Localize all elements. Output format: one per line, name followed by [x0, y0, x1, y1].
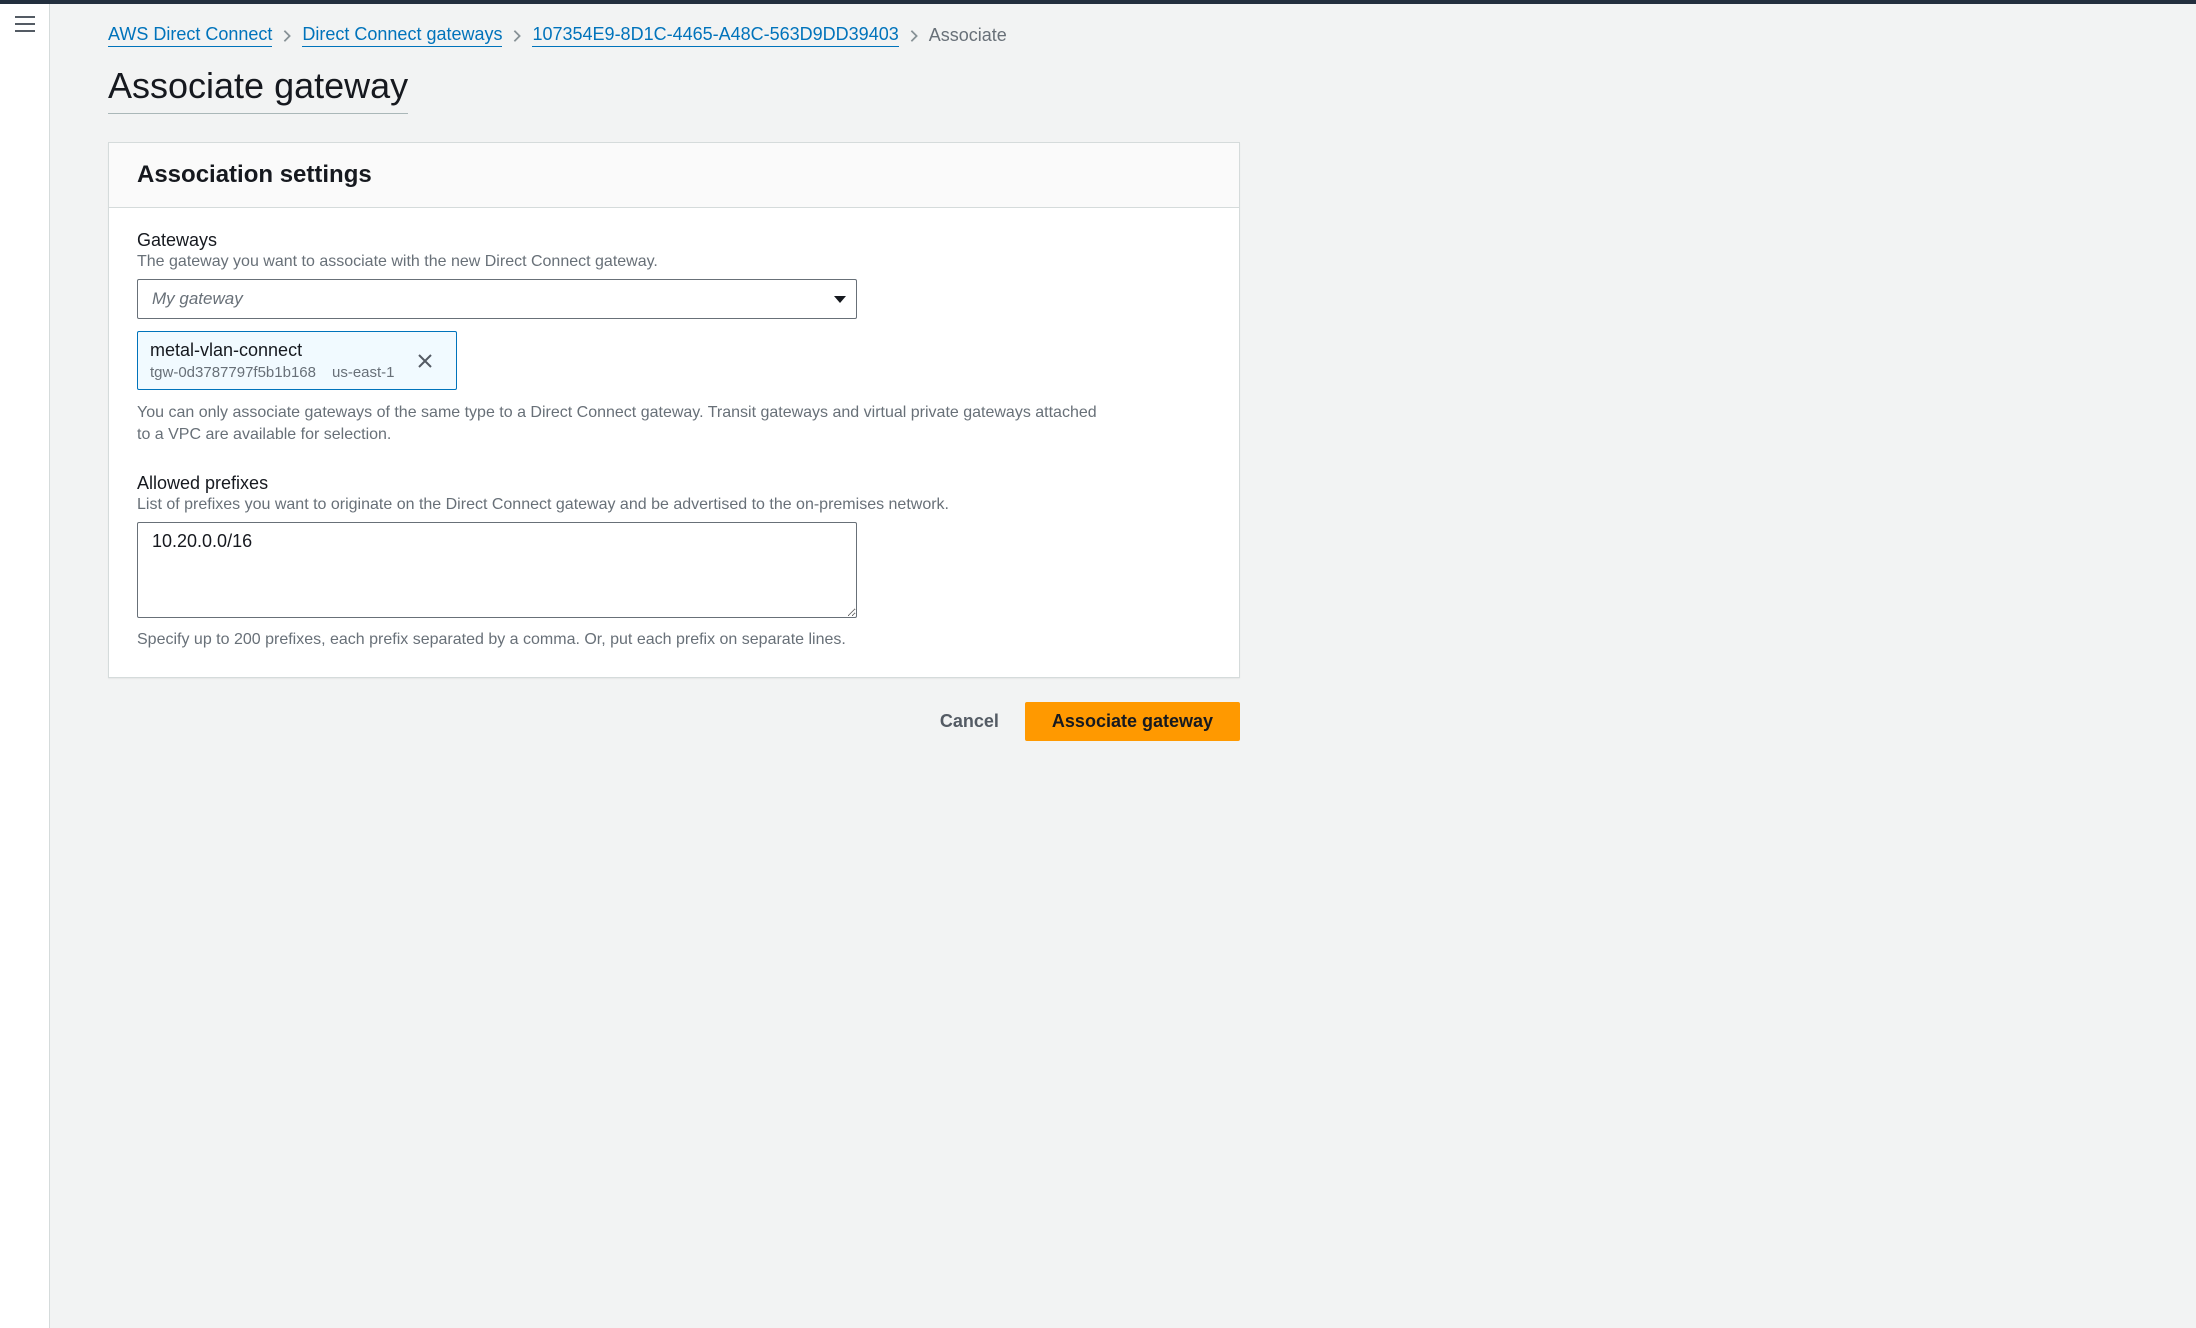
- prefixes-label: Allowed prefixes: [137, 473, 1211, 494]
- panel-title: Association settings: [137, 161, 1211, 189]
- prefixes-description: List of prefixes you want to originate o…: [137, 496, 1211, 514]
- selected-gateway-token: metal-vlan-connect tgw-0d3787797f5b1b168…: [137, 331, 457, 390]
- selected-gateway-name: metal-vlan-connect: [150, 340, 395, 361]
- association-settings-panel: Association settings Gateways The gatewa…: [108, 142, 1240, 678]
- breadcrumb: AWS Direct Connect Direct Connect gatewa…: [108, 24, 1240, 47]
- cancel-button[interactable]: Cancel: [936, 703, 1003, 740]
- breadcrumb-link-root[interactable]: AWS Direct Connect: [108, 24, 272, 47]
- caret-down-icon: [834, 296, 846, 303]
- gateways-select[interactable]: My gateway: [137, 279, 857, 319]
- panel-header: Association settings: [109, 143, 1239, 208]
- selected-gateway-region: us-east-1: [332, 364, 395, 381]
- breadcrumb-current: Associate: [929, 25, 1007, 46]
- prefixes-group: Allowed prefixes List of prefixes you wa…: [137, 473, 1211, 649]
- close-icon[interactable]: [413, 349, 437, 373]
- chevron-right-icon: [909, 29, 919, 43]
- gateways-placeholder: My gateway: [152, 289, 243, 309]
- breadcrumb-link-id[interactable]: 107354E9-8D1C-4465-A48C-563D9DD39403: [532, 24, 898, 47]
- gateways-group: Gateways The gateway you want to associa…: [137, 230, 1211, 447]
- prefixes-hint: Specify up to 200 prefixes, each prefix …: [137, 631, 1211, 649]
- gateways-label: Gateways: [137, 230, 1211, 251]
- gateways-description: The gateway you want to associate with t…: [137, 253, 1211, 271]
- breadcrumb-link-gateways[interactable]: Direct Connect gateways: [302, 24, 502, 47]
- chevron-right-icon: [512, 29, 522, 43]
- selected-gateway-id: tgw-0d3787797f5b1b168: [150, 364, 316, 381]
- prefixes-textarea[interactable]: 10.20.0.0/16: [137, 522, 857, 618]
- hamburger-icon[interactable]: [15, 16, 35, 32]
- form-actions: Cancel Associate gateway: [108, 702, 1240, 741]
- gateways-hint: You can only associate gateways of the s…: [137, 402, 1107, 447]
- side-nav-collapsed: [0, 4, 50, 1328]
- chevron-right-icon: [282, 29, 292, 43]
- associate-gateway-button[interactable]: Associate gateway: [1025, 702, 1240, 741]
- page-title: Associate gateway: [108, 65, 408, 114]
